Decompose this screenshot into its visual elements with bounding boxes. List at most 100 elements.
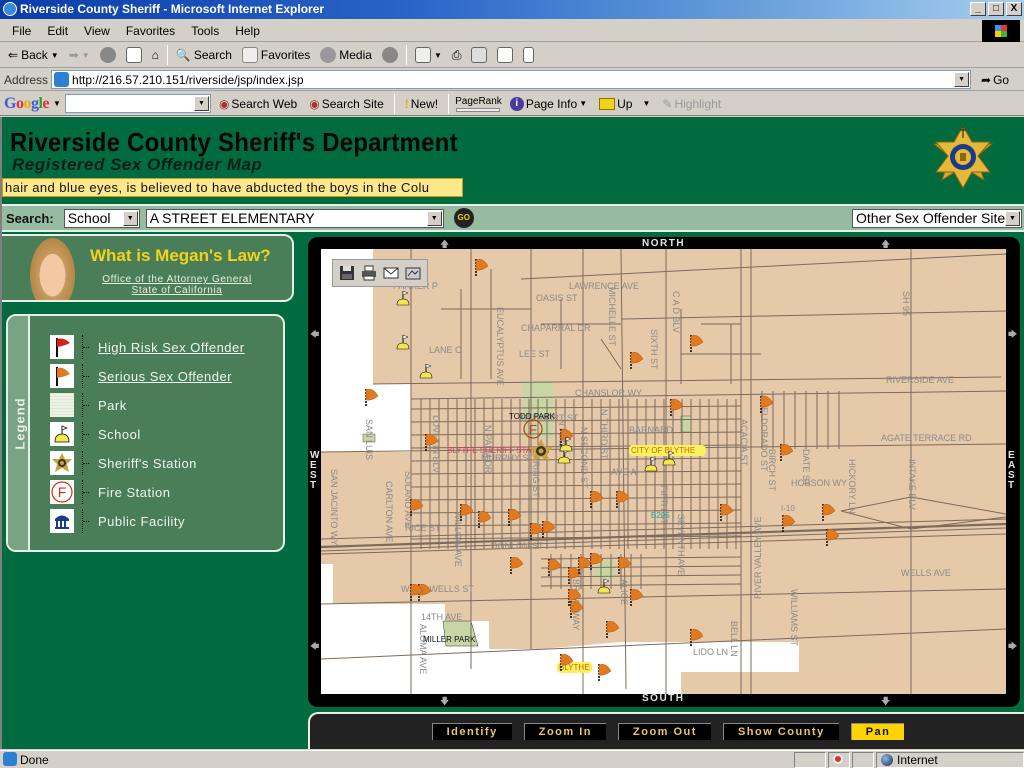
serious-offender-flag[interactable] — [475, 259, 489, 277]
street-label: AVE A — [611, 467, 636, 477]
edit-button[interactable] — [467, 44, 491, 66]
pagerank-indicator[interactable]: PageRank — [455, 96, 502, 112]
serious-offender-flag[interactable] — [826, 529, 840, 547]
zoom-out-button[interactable]: Zoom Out — [618, 723, 711, 740]
pan-east-arrow-icon[interactable]: 🡆 — [1008, 639, 1017, 655]
email-icon[interactable] — [383, 265, 399, 281]
street-label: DONLON ST — [491, 541, 544, 551]
zoom-in-button[interactable]: Zoom In — [523, 723, 606, 740]
menu-favorites[interactable]: Favorites — [118, 24, 183, 38]
back-button[interactable]: ⇐ Back ▼ — [4, 44, 63, 66]
google-dropdown-icon[interactable]: ▼ — [193, 96, 209, 111]
chevron-down-icon[interactable]: ▼ — [122, 210, 138, 226]
discuss-button[interactable] — [493, 44, 517, 66]
map-controls-bar: Identify Zoom In Zoom Out Show County Pa… — [308, 712, 1024, 749]
legend-item-school: School — [50, 422, 141, 446]
map-image-icon[interactable] — [405, 265, 421, 281]
address-dropdown-icon[interactable]: ▼ — [954, 72, 970, 87]
chevron-down-icon[interactable]: ▼ — [1005, 210, 1020, 226]
mail-button[interactable]: ▼ — [411, 44, 446, 66]
pan-east-label[interactable]: EAST — [1008, 451, 1018, 491]
print-icon[interactable] — [361, 265, 377, 281]
identify-button[interactable]: Identify — [431, 723, 512, 740]
serious-offender-flag[interactable] — [542, 521, 556, 539]
search-go-button[interactable]: GO — [453, 208, 474, 228]
search-value-select[interactable]: A STREET ELEMENTARY ▼ — [145, 208, 444, 228]
legend-item-serious[interactable]: Serious Sex Offender — [50, 364, 232, 388]
pan-button[interactable]: Pan — [850, 723, 905, 740]
new-button[interactable]: ! New! — [401, 97, 442, 111]
serious-offender-flag[interactable] — [690, 335, 704, 353]
privacy-icon[interactable] — [828, 751, 850, 768]
legend-connector — [82, 451, 94, 475]
pan-north-label[interactable]: NORTH — [642, 238, 685, 249]
messenger-button[interactable] — [519, 44, 538, 66]
save-icon[interactable] — [339, 265, 355, 281]
map-canvas[interactable]: LAWRENCE AVEOASIS STHOLLEYPARKER PCHAPAR… — [321, 249, 1006, 694]
search-site-button[interactable]: ◉ Search Site — [305, 97, 388, 111]
highlight-button[interactable]: ✎ Highlight — [658, 97, 725, 111]
chevron-down-icon[interactable]: ▼ — [51, 51, 59, 60]
address-url[interactable]: http://216.57.210.151/riverside/jsp/inde… — [72, 73, 303, 87]
fire-station-icon: F — [50, 480, 74, 504]
menu-edit[interactable]: Edit — [39, 24, 76, 38]
home-button[interactable]: ⌂ — [148, 44, 163, 66]
menu-view[interactable]: View — [76, 24, 118, 38]
highlight-label: Highlight — [674, 96, 722, 111]
legend-label[interactable]: High Risk Sex Offender — [98, 340, 245, 355]
school-marker[interactable] — [597, 578, 611, 594]
map-svg[interactable]: LAWRENCE AVEOASIS STHOLLEYPARKER PCHAPAR… — [321, 249, 1006, 694]
history-button[interactable] — [378, 44, 402, 66]
restore-button[interactable]: □ — [988, 2, 1004, 16]
search-web-button[interactable]: ◉ Search Web — [215, 97, 301, 111]
search-button[interactable]: 🔍 Search — [172, 44, 236, 66]
favorites-button[interactable]: Favorites — [238, 44, 314, 66]
state-of-california-link[interactable]: State of California — [77, 285, 277, 296]
other-sites-select[interactable]: Other Sex Offender Sites ▼ — [852, 208, 1022, 228]
school-marker[interactable] — [396, 290, 410, 306]
forward-button[interactable]: ➡ ▼ — [65, 44, 94, 66]
serious-offender-flag[interactable] — [630, 352, 644, 370]
chevron-down-icon[interactable]: ▼ — [53, 99, 61, 108]
chevron-down-icon[interactable]: ▼ — [426, 210, 442, 226]
street-label: CHANSLOR WY — [575, 388, 642, 398]
stop-button[interactable] — [96, 44, 120, 66]
up-button[interactable]: Up ▼ — [595, 97, 654, 111]
serious-offender-flag[interactable] — [478, 511, 492, 529]
pan-west-arrow-icon[interactable]: 🡄 — [310, 327, 319, 343]
menu-help[interactable]: Help — [227, 24, 268, 38]
refresh-button[interactable] — [122, 44, 146, 66]
pan-south-arrow-icon[interactable]: 🡇 — [440, 694, 449, 710]
close-button[interactable]: X — [1006, 2, 1022, 16]
minimize-button[interactable]: _ — [970, 2, 986, 16]
search-bar: Search: School ▼ A STREET ELEMENTARY ▼ G… — [2, 204, 1024, 232]
media-button[interactable]: Media — [316, 44, 376, 66]
news-ticker[interactable]: hair and blue eyes, is believed to have … — [2, 178, 463, 197]
school-marker[interactable] — [396, 334, 410, 350]
pan-south-label[interactable]: SOUTH — [642, 693, 685, 704]
attorney-general-link[interactable]: Office of the Attorney General — [77, 274, 277, 285]
search-type-select[interactable]: School ▼ — [63, 208, 140, 228]
serious-offender-flag[interactable] — [630, 589, 644, 607]
print-button[interactable]: ⎙ — [448, 44, 466, 66]
legend-label[interactable]: Serious Sex Offender — [98, 369, 232, 384]
legend-item-high-risk[interactable]: High Risk Sex Offender — [50, 335, 245, 359]
serious-offender-flag[interactable] — [822, 504, 836, 522]
show-county-button[interactable]: Show County — [722, 723, 839, 740]
school-marker[interactable] — [419, 363, 433, 379]
google-logo[interactable]: Google — [4, 95, 49, 113]
go-arrow-icon: ➦ — [981, 72, 992, 87]
serious-offender-flag[interactable] — [510, 557, 524, 575]
megans-law-link[interactable]: What is Megan's Law? — [90, 246, 271, 266]
pan-west-arrow-icon[interactable]: 🡄 — [310, 639, 319, 655]
google-search-input[interactable]: ▼ — [64, 94, 211, 113]
serious-offender-flag[interactable] — [606, 621, 620, 639]
page-info-button[interactable]: i Page Info ▼ — [506, 96, 591, 111]
pan-south-arrow-icon[interactable]: 🡇 — [881, 694, 890, 710]
menu-file[interactable]: File — [4, 24, 39, 38]
pan-west-label[interactable]: WEST — [310, 451, 320, 491]
go-button[interactable]: ➦ Go — [981, 73, 1009, 87]
pan-east-arrow-icon[interactable]: 🡆 — [1008, 327, 1017, 343]
address-input[interactable]: http://216.57.210.151/riverside/jsp/inde… — [51, 70, 972, 89]
menu-tools[interactable]: Tools — [183, 24, 227, 38]
